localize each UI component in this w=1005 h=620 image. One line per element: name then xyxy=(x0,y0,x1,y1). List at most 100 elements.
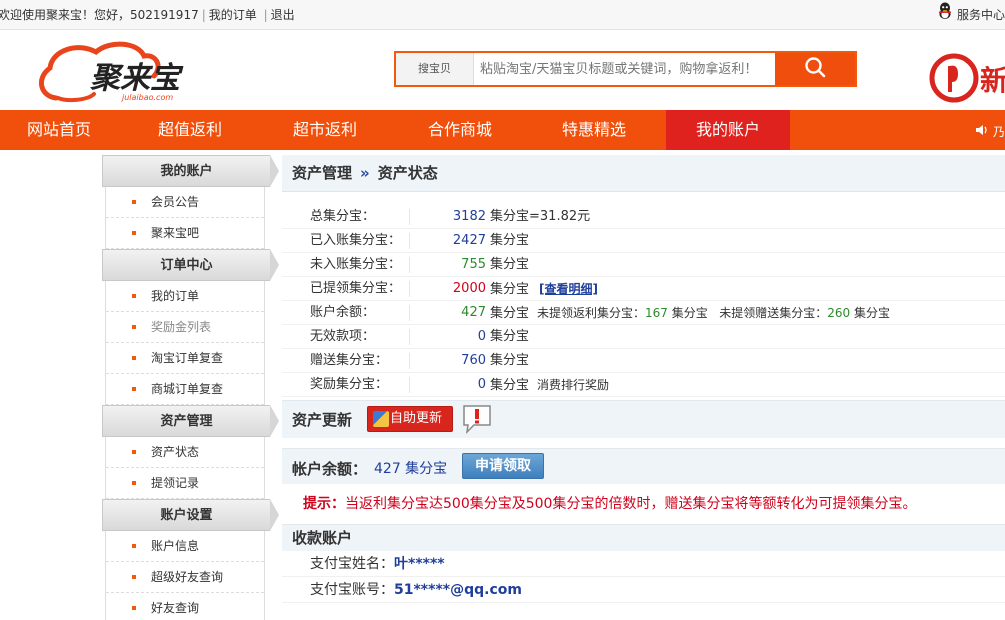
nav-item-partner-mall[interactable]: 合作商城 xyxy=(400,110,520,150)
sidebar-group-assets[interactable]: 资产管理 xyxy=(102,405,279,437)
site-logo[interactable]: 聚来宝 julaibao.com xyxy=(38,38,188,104)
sidebar-list: 账户信息 超级好友查询 好友查询 xyxy=(105,531,265,620)
sidebar-item-my-orders[interactable]: 我的订单 xyxy=(106,281,264,312)
stat-unit: 集分宝 xyxy=(490,329,530,344)
unwithdrawn-rebate-label: 未提领返利集分宝： xyxy=(537,306,646,320)
sidebar-list: 我的订单 奖励金列表 淘宝订单复查 商城订单复查 xyxy=(105,281,265,405)
sidebar-item-asset-status[interactable]: 资产状态 xyxy=(106,437,264,468)
notice-icon[interactable] xyxy=(460,403,494,435)
sidebar-item-label: 淘宝订单复查 xyxy=(151,351,224,365)
stat-label: 已入账集分宝： xyxy=(310,233,402,248)
stat-unit: 集分宝 xyxy=(490,306,530,321)
nav-item-home[interactable]: 网站首页 xyxy=(0,110,118,150)
self-update-label: 自助更新 xyxy=(390,411,443,426)
breadcrumb-current: 资产状态 xyxy=(377,164,438,182)
view-details-link[interactable]: [查看明细] xyxy=(539,282,598,296)
alipay-account-row: 支付宝账号：51*****@qq.com xyxy=(282,577,1005,603)
asset-stats: 总集分宝： 3182 集分宝=31.82元 已入账集分宝： 2427 集分宝 未… xyxy=(282,205,1005,397)
unwithdrawn-rebate-value: 167 xyxy=(645,306,668,320)
search-bar: 搜宝贝 xyxy=(394,51,857,87)
stat-unit: 集分宝 xyxy=(490,282,530,297)
search-button[interactable] xyxy=(775,53,855,85)
sidebar-item-mall-order-recheck[interactable]: 商城订单复查 xyxy=(106,374,264,405)
unwithdrawn-rebate-unit: 集分宝 xyxy=(671,306,708,320)
service-center-link[interactable]: 服务中心 xyxy=(937,0,1005,31)
balance-title: 帐户余额： xyxy=(292,460,368,478)
sidebar-item-label: 聚来宝吧 xyxy=(151,226,200,240)
sidebar-item-friend-query[interactable]: 好友查询 xyxy=(106,593,264,620)
sidebar-item-label: 提领记录 xyxy=(151,476,200,490)
tip-message: 提示：当返利集分宝达500集分宝及500集分宝的倍数时，赠送集分宝将等额转化为可… xyxy=(282,484,1005,524)
nav-item-specials[interactable]: 特惠精选 xyxy=(534,110,654,150)
qq-penguin-icon xyxy=(937,1,953,31)
breadcrumb: 资产管理 » 资产状态 xyxy=(282,155,1005,192)
stat-row-credited: 已入账集分宝： 2427 集分宝 xyxy=(282,229,1005,253)
breadcrumb-parent[interactable]: 资产管理 xyxy=(292,164,352,182)
search-icon xyxy=(804,56,826,82)
refresh-icon xyxy=(373,411,389,427)
logout-link[interactable]: 退出 xyxy=(271,8,295,22)
stat-row-invalid: 无效款项： 0 集分宝 xyxy=(282,325,1005,349)
asset-update-section: 资产更新 自助更新 xyxy=(282,400,1005,438)
stat-label: 总集分宝： xyxy=(310,209,376,224)
sidebar-item-rewards-list[interactable]: 奖励金列表 xyxy=(106,312,264,343)
unwithdrawn-gift-value: 260 xyxy=(827,306,851,320)
stat-value: 760 xyxy=(461,353,486,368)
ticker-text: 乃 xyxy=(992,125,1005,139)
sidebar-item-withdraw-records[interactable]: 提领记录 xyxy=(106,468,264,499)
tip-text: 当返利集分宝达500集分宝及500集分宝的倍数时，赠送集分宝将等额转化为可提领集… xyxy=(345,496,917,512)
apply-withdraw-button[interactable]: 申请领取 xyxy=(462,453,544,479)
sidebar-item-super-friend-query[interactable]: 超级好友查询 xyxy=(106,562,264,593)
stat-label: 未入账集分宝： xyxy=(310,257,402,272)
stat-row-withdrawn: 已提领集分宝： 2000 集分宝 [查看明细] xyxy=(282,277,1005,301)
stat-row-pending: 未入账集分宝： 755 集分宝 xyxy=(282,253,1005,277)
main-nav: 网站首页 超值返利 超市返利 合作商城 特惠精选 我的账户 乃 xyxy=(0,110,1005,150)
sidebar-list: 会员公告 聚来宝吧 xyxy=(105,187,265,249)
sidebar-item-forum[interactable]: 聚来宝吧 xyxy=(106,218,264,249)
search-category-label[interactable]: 搜宝贝 xyxy=(396,53,474,85)
self-update-button[interactable]: 自助更新 xyxy=(367,406,453,432)
promo-banner[interactable]: 新 xyxy=(928,52,1005,108)
nav-item-rebate[interactable]: 超值返利 xyxy=(130,110,250,150)
service-center-label: 服务中心 xyxy=(956,8,1005,22)
sidebar-item-label: 好友查询 xyxy=(151,601,200,615)
alipay-name-row: 支付宝姓名：叶***** xyxy=(282,551,1005,577)
stat-unit-group: 集分宝=31.82元 xyxy=(490,205,590,229)
sidebar-group-settings[interactable]: 账户设置 xyxy=(102,499,279,531)
sidebar-group-my-account[interactable]: 我的账户 xyxy=(102,155,279,187)
sidebar-item-label: 商城订单复查 xyxy=(151,382,224,396)
sidebar-item-account-info[interactable]: 账户信息 xyxy=(106,531,264,562)
main-content: 资产管理» 资产状态 总集分宝： 3182 集分宝=31.82元 已入账集分宝： … xyxy=(282,155,1005,603)
nav-item-supermarket[interactable]: 超市返利 xyxy=(265,110,385,150)
stat-unit: 集分宝 xyxy=(490,209,530,224)
alipay-account-value: 51*****@qq.com xyxy=(394,582,522,598)
welcome-text: 欢迎使用聚来宝！您好，502191917 xyxy=(0,8,199,22)
stat-label: 账户余额： xyxy=(310,305,376,320)
asset-update-title: 资产更新 xyxy=(292,411,353,429)
stat-label: 已提领集分宝： xyxy=(310,281,402,296)
stat-unit-group: 集分宝 消费排行奖励 xyxy=(490,373,609,398)
stat-row-gift: 赠送集分宝： 760 集分宝 xyxy=(282,349,1005,373)
sidebar-item-label: 账户信息 xyxy=(151,539,200,553)
stat-label: 赠送集分宝： xyxy=(310,353,389,368)
stat-row-balance: 账户余额： 427 集分宝 未提领返利集分宝：167 集分宝 未提领赠送集分宝：2… xyxy=(282,301,1005,325)
sidebar-item-label: 超级好友查询 xyxy=(151,570,224,584)
nav-item-my-account[interactable]: 我的账户 xyxy=(666,110,790,150)
sidebar-item-announcements[interactable]: 会员公告 xyxy=(106,187,264,218)
search-input[interactable] xyxy=(476,56,771,82)
sidebar-item-label: 奖励金列表 xyxy=(151,320,212,334)
alipay-name-label: 支付宝姓名： xyxy=(310,556,394,572)
sidebar-group-orders[interactable]: 订单中心 xyxy=(102,249,279,281)
alipay-account-label: 支付宝账号： xyxy=(310,582,394,598)
logo-text: 聚来宝 xyxy=(89,61,184,96)
stat-label: 无效款项： xyxy=(310,329,376,344)
sidebar: 我的账户 会员公告 聚来宝吧 订单中心 我的订单 奖励金列表 淘宝订单复查 商城… xyxy=(102,155,279,620)
stat-unit: 集分宝 xyxy=(490,257,530,272)
stat-unit-group: 集分宝 未提领返利集分宝：167 集分宝 未提领赠送集分宝：260 集分宝 xyxy=(490,301,890,326)
stat-value: 755 xyxy=(461,257,486,272)
my-orders-link[interactable]: 我的订单 xyxy=(209,8,257,22)
unwithdrawn-gift-label: 未提领赠送集分宝： xyxy=(719,306,828,320)
stat-unit-group: 集分宝 [查看明细] xyxy=(490,277,598,302)
sidebar-item-taobao-order-recheck[interactable]: 淘宝订单复查 xyxy=(106,343,264,374)
announcement-ticker[interactable]: 乃 xyxy=(975,123,1005,140)
